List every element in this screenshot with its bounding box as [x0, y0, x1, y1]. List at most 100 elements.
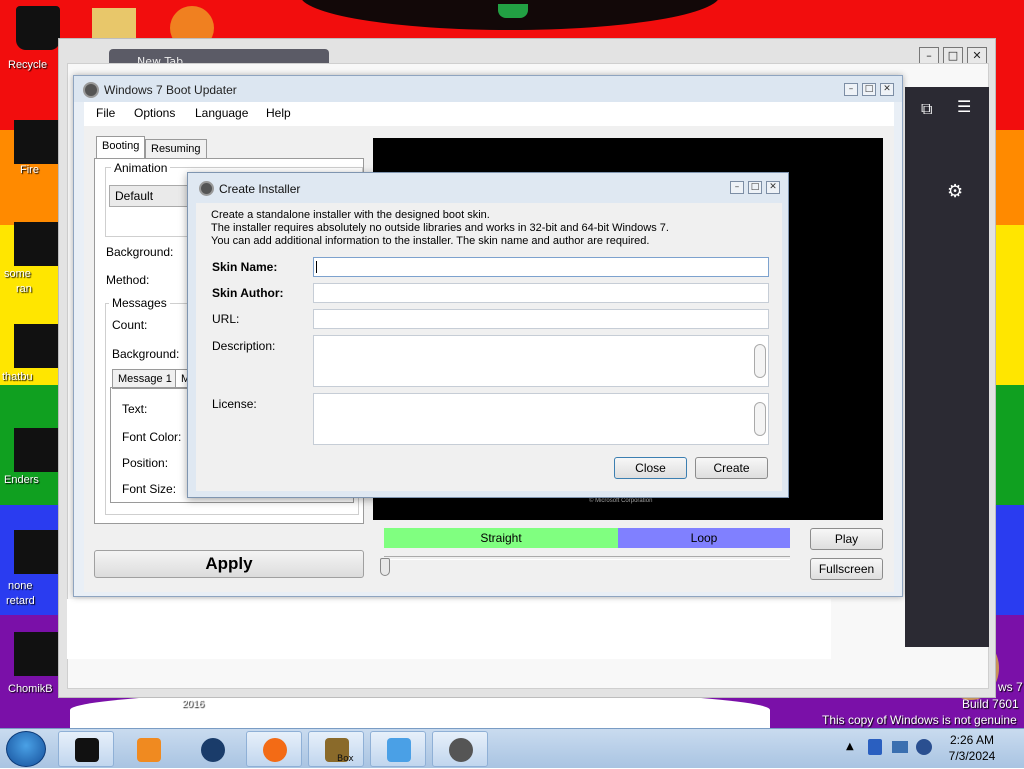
clock-date: 7/3/2024	[948, 749, 996, 763]
skin-author-label: Skin Author:	[212, 286, 284, 300]
file-icon[interactable]	[14, 222, 58, 266]
fullscreen-button[interactable]: Fullscreen	[810, 558, 883, 580]
show-hidden-icons-icon[interactable]: ▲	[846, 741, 854, 752]
font-size-label: Font Size:	[122, 482, 177, 496]
file-icon[interactable]	[14, 428, 58, 472]
terminal-icon	[75, 738, 99, 762]
dialog-description-line3: You can add additional information to th…	[211, 235, 650, 247]
boot-updater-icon	[449, 738, 473, 762]
dialog-title: Create Installer	[219, 182, 301, 196]
minimize-button[interactable]: –	[730, 181, 744, 194]
text-label: Text:	[122, 402, 148, 416]
timeline-slider-thumb[interactable]	[380, 558, 390, 576]
taskbar-item-media[interactable]	[120, 731, 176, 767]
close-button[interactable]: Close	[614, 457, 687, 479]
taskbar-item-boot-updater[interactable]	[432, 731, 488, 767]
taskbar-item-globe[interactable]	[184, 731, 240, 767]
menu-icon[interactable]: ☰	[957, 97, 971, 116]
menu-options[interactable]: Options	[134, 106, 175, 120]
tab-message-1[interactable]: Message 1	[112, 369, 178, 389]
desktop-icon-label: Recycle	[8, 59, 48, 71]
description-label: Description:	[212, 339, 276, 353]
count-label: Count:	[112, 318, 148, 332]
skin-name-label: Skin Name:	[212, 260, 278, 274]
desktop-icon-label: ChomikB	[8, 683, 53, 695]
desktop-icon-label: ran	[16, 283, 32, 295]
start-button[interactable]	[6, 731, 46, 767]
app-icon	[83, 82, 99, 98]
text-caret	[316, 261, 317, 273]
minimize-button[interactable]: –	[844, 83, 858, 96]
globe-icon	[201, 738, 225, 762]
menu-help[interactable]: Help	[266, 106, 291, 120]
bluetooth-icon[interactable]	[868, 739, 882, 755]
loop-segment[interactable]: Loop	[618, 528, 790, 548]
play-button[interactable]: Play	[810, 528, 883, 550]
font-color-label: Font Color:	[122, 430, 182, 444]
skin-name-field[interactable]	[313, 257, 769, 277]
media-player-icon	[137, 738, 161, 762]
taskbar-item-firefox[interactable]	[246, 731, 302, 767]
year-label: 2016	[182, 699, 205, 710]
apply-button[interactable]: Apply	[94, 550, 364, 578]
license-field[interactable]	[313, 393, 769, 445]
window-title: Windows 7 Boot Updater	[104, 83, 237, 97]
file-icon[interactable]	[14, 632, 58, 676]
taskbar: Box ▲ 2:26 AM 7/3/2024	[0, 728, 1024, 768]
window-titlebar[interactable]: Windows 7 Boot Updater – □ ✕	[74, 76, 902, 102]
box-label: Box	[337, 754, 354, 764]
extensions-icon[interactable]: ⧉	[921, 99, 932, 119]
close-button[interactable]: ✕	[766, 181, 780, 194]
app-icon	[199, 181, 214, 196]
menu-bar: File Options Language Help	[84, 102, 894, 126]
maximize-button[interactable]: □	[862, 83, 876, 96]
browser-sidebar: ⧉ ☰ ⚙	[905, 87, 989, 647]
network-icon[interactable]	[892, 741, 908, 753]
description-field[interactable]	[313, 335, 769, 387]
watermark-line3: This copy of Windows is not genuine	[822, 713, 1017, 727]
method-label: Method:	[106, 273, 150, 287]
animation-group-label: Animation	[111, 161, 171, 175]
desktop-icon-label: retard	[6, 595, 35, 607]
gear-icon[interactable]: ⚙	[947, 181, 963, 202]
wallpaper-face-eye	[498, 4, 528, 18]
tab-booting[interactable]: Booting	[96, 136, 146, 158]
background-label: Background:	[106, 245, 174, 259]
desktop-icon-label: thatbu	[2, 371, 33, 383]
clock-time: 2:26 AM	[949, 733, 995, 747]
taskbar-item-box[interactable]: Box	[308, 731, 364, 767]
firefox-icon[interactable]	[14, 120, 58, 164]
tab-resuming[interactable]: Resuming	[145, 139, 207, 159]
license-scrollbar[interactable]	[754, 402, 766, 436]
menu-language[interactable]: Language	[195, 106, 248, 120]
preview-copyright: © Microsoft Corporation	[589, 498, 653, 504]
desktop-icon-label: Fire	[20, 164, 39, 176]
position-label: Position:	[122, 456, 169, 470]
taskbar-item-tool[interactable]	[370, 731, 426, 767]
desktop-icon-label: Enders	[4, 474, 39, 486]
dialog-description-line2: The installer requires absolutely no out…	[211, 222, 669, 234]
recycle-bin-icon[interactable]	[16, 6, 60, 50]
firefox-icon	[263, 738, 287, 762]
url-field[interactable]	[313, 309, 769, 329]
straight-segment[interactable]: Straight	[384, 528, 618, 548]
description-scrollbar[interactable]	[754, 344, 766, 378]
create-button[interactable]: Create	[695, 457, 768, 479]
file-icon[interactable]	[14, 324, 58, 368]
messages-group-label: Messages	[109, 296, 170, 310]
taskbar-item-terminal[interactable]	[58, 731, 114, 767]
menu-file[interactable]: File	[96, 106, 115, 120]
msg-background-label: Background:	[112, 347, 180, 361]
license-label: License:	[212, 397, 257, 411]
dialog-description-line1: Create a standalone installer with the d…	[211, 209, 490, 221]
desktop-icon-label: none	[8, 580, 33, 592]
create-installer-dialog: Create Installer – □ ✕ Create a standalo…	[187, 172, 789, 498]
file-icon[interactable]	[14, 530, 58, 574]
taskbar-clock[interactable]: 2:26 AM 7/3/2024	[930, 733, 1014, 763]
timeline-track[interactable]	[384, 556, 790, 560]
browser-page-area	[67, 599, 831, 659]
close-button[interactable]: ✕	[880, 83, 894, 96]
dialog-body: Create a standalone installer with the d…	[196, 203, 782, 491]
maximize-button[interactable]: □	[748, 181, 762, 194]
skin-author-field[interactable]	[313, 283, 769, 303]
